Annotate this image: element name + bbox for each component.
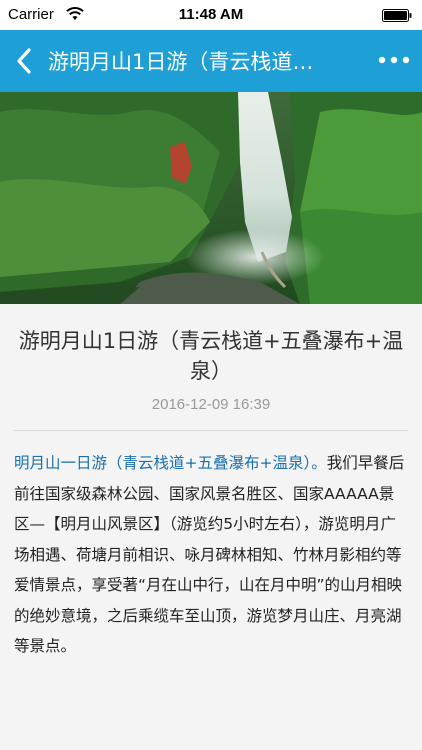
- waterfall-photo: [0, 92, 422, 304]
- article-text: 我们早餐后前往国家级森林公园、国家风景名胜区、国家AAAAA景区—【明月山风景区…: [14, 454, 405, 655]
- hero-image: [0, 92, 422, 304]
- article-title: 游明月山1日游（青云栈道+五叠瀑布+温泉）: [18, 329, 404, 383]
- chevron-left-icon[interactable]: [16, 48, 32, 74]
- more-dots-icon[interactable]: [378, 55, 410, 65]
- article-lead: 明月山一日游（青云栈道+五叠瀑布+温泉）。: [14, 454, 327, 472]
- article-card: 游明月山1日游（青云栈道+五叠瀑布+温泉） 2016-12-09 16:39 明…: [0, 304, 422, 750]
- battery-icon: [382, 9, 412, 22]
- article-body: 明月山一日游（青云栈道+五叠瀑布+温泉）。我们早餐后前往国家级森林公园、国家风景…: [14, 448, 408, 662]
- nav-bar: 游明月山1日游（青云栈道…: [0, 30, 422, 92]
- divider: [14, 430, 408, 431]
- article-date: 2016-12-09 16:39: [151, 396, 271, 413]
- nav-title: 游明月山1日游（青云栈道…: [48, 50, 314, 74]
- clock: 11:48 AM: [178, 6, 244, 23]
- status-bar: Carrier 11:48 AM: [0, 0, 422, 30]
